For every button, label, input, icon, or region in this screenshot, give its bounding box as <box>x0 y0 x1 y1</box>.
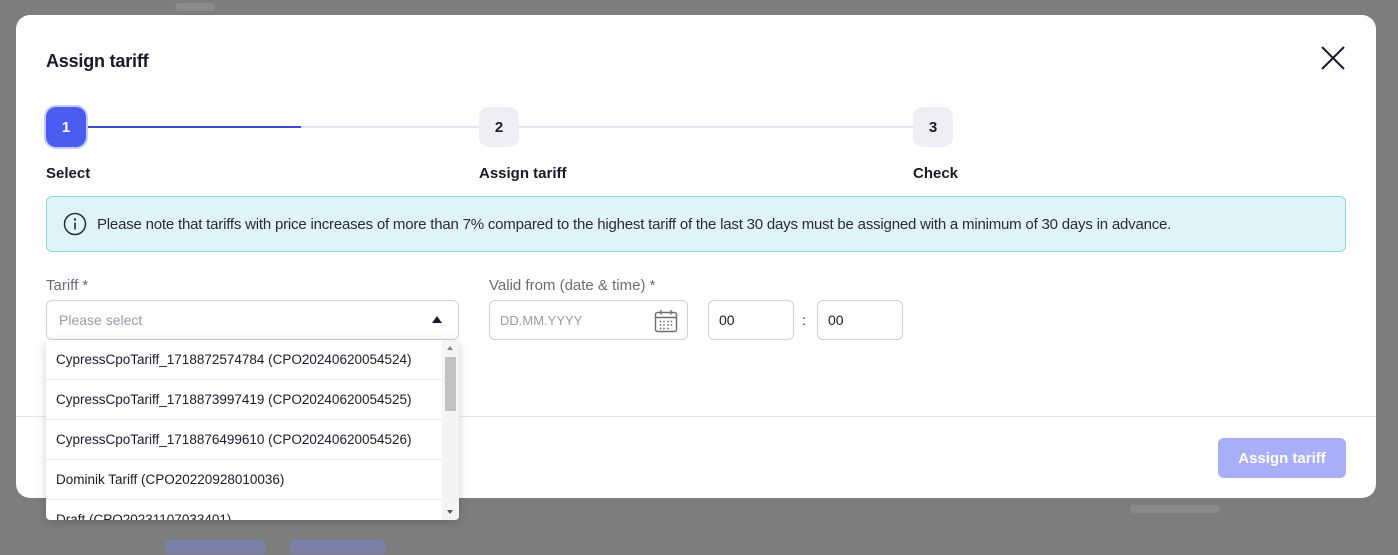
step-3-label: Check <box>913 165 959 182</box>
step-2-label: Assign tariff <box>479 165 567 182</box>
close-button[interactable] <box>1318 43 1348 73</box>
modal-title: Assign tariff <box>46 51 149 71</box>
info-text: Please note that tariffs with price incr… <box>97 215 1172 233</box>
time-separator: : <box>802 312 806 328</box>
scroll-up-icon[interactable] <box>447 346 453 350</box>
backdrop-element <box>165 540 265 554</box>
stepper-progress <box>84 126 301 128</box>
tariff-option[interactable]: CypressCpoTariff_1718872574784 (CPO20240… <box>46 340 442 380</box>
tariff-select[interactable]: Please select <box>46 300 459 340</box>
tariff-select-placeholder: Please select <box>59 312 143 328</box>
date-input-placeholder: DD.MM.YYYY <box>500 312 583 328</box>
tariff-option-list: CypressCpoTariff_1718872574784 (CPO20240… <box>46 340 442 520</box>
info-notice: Please note that tariffs with price incr… <box>46 196 1346 252</box>
backdrop-element <box>290 540 385 554</box>
assign-tariff-button[interactable]: Assign tariff <box>1218 438 1346 478</box>
step-1-circle: 1 <box>46 107 86 147</box>
date-input[interactable]: DD.MM.YYYY <box>489 300 688 340</box>
tariff-option[interactable]: Dominik Tariff (CPO20220928010036) <box>46 460 442 500</box>
scroll-down-icon[interactable] <box>447 510 453 514</box>
close-icon <box>1321 46 1345 70</box>
backdrop-element <box>1130 505 1220 513</box>
step-2-circle: 2 <box>479 107 519 147</box>
tariff-option[interactable]: CypressCpoTariff_1718873997419 (CPO20240… <box>46 380 442 420</box>
backdrop-element <box>175 3 215 11</box>
dropdown-scrollbar[interactable] <box>442 340 459 520</box>
info-icon <box>63 212 87 236</box>
calendar-icon[interactable] <box>653 308 679 334</box>
tariff-label: Tariff * <box>46 277 89 294</box>
stepper: 1 Select 2 Assign tariff 3 Check <box>46 107 959 187</box>
tariff-option[interactable]: CypressCpoTariff_1718876499610 (CPO20240… <box>46 420 442 460</box>
step-1-label: Select <box>46 165 91 182</box>
hour-input[interactable]: 00 <box>708 300 794 340</box>
scroll-thumb[interactable] <box>445 357 456 411</box>
step-3-circle: 3 <box>913 107 953 147</box>
chevron-up-icon <box>432 316 442 323</box>
tariff-dropdown: CypressCpoTariff_1718872574784 (CPO20240… <box>46 340 459 520</box>
tariff-option[interactable]: Draft (CPO20231107033401) <box>46 500 442 520</box>
minute-input[interactable]: 00 <box>817 300 903 340</box>
valid-from-label: Valid from (date & time) * <box>489 277 656 294</box>
